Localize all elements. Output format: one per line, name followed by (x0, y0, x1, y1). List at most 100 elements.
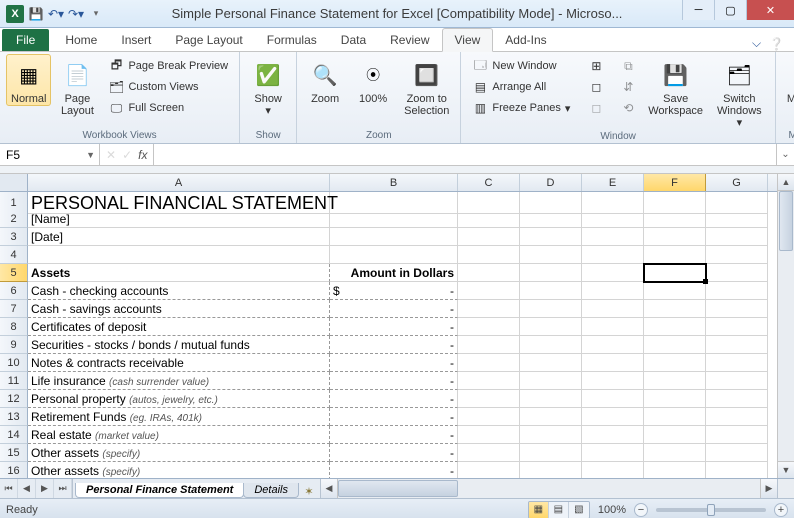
cell-f5[interactable] (644, 264, 706, 282)
cell-a13[interactable]: Retirement Funds (eg. IRAs, 401k) (28, 408, 330, 426)
cell-f15[interactable] (644, 444, 706, 462)
cell-e3[interactable] (582, 228, 644, 246)
cell-d16[interactable] (520, 462, 582, 478)
cell-f6[interactable] (644, 282, 706, 300)
minimize-button[interactable]: ─ (682, 0, 714, 20)
cell-c8[interactable] (458, 318, 520, 336)
cell-c4[interactable] (458, 246, 520, 264)
split-button[interactable]: ⊞ (583, 56, 609, 76)
fx-icon[interactable]: fx (138, 148, 147, 162)
cell-d13[interactable] (520, 408, 582, 426)
tab-formulas[interactable]: Formulas (255, 29, 329, 51)
unhide-button[interactable]: ◻ (583, 98, 609, 118)
cell-d6[interactable] (520, 282, 582, 300)
cell-e11[interactable] (582, 372, 644, 390)
zoom-to-selection-button[interactable]: 🔲 Zoom to Selection (399, 54, 454, 118)
save-icon[interactable]: 💾 (28, 6, 44, 22)
cell-a8[interactable]: Certificates of deposit (28, 318, 330, 336)
cell-g4[interactable] (706, 246, 768, 264)
cell-f9[interactable] (644, 336, 706, 354)
full-screen-button[interactable]: 🖵Full Screen (103, 98, 233, 118)
cell-d9[interactable] (520, 336, 582, 354)
hide-button[interactable]: ◻ (583, 77, 609, 97)
macros-button[interactable]: 📜 Macros▾ (782, 54, 794, 118)
cell-c6[interactable] (458, 282, 520, 300)
tab-review[interactable]: Review (378, 29, 441, 51)
cell-d7[interactable] (520, 300, 582, 318)
zoom-level[interactable]: 100% (598, 504, 626, 516)
view-side-button[interactable]: ⧉ (615, 56, 641, 76)
vscroll-track[interactable] (778, 191, 794, 461)
cell-b15[interactable]: - (330, 444, 458, 462)
horizontal-scrollbar[interactable]: ◀ ▶ (320, 479, 777, 498)
cell-g8[interactable] (706, 318, 768, 336)
cell-e2[interactable] (582, 210, 644, 228)
cell-e6[interactable] (582, 282, 644, 300)
vertical-scrollbar[interactable]: ▲ ▼ (777, 174, 794, 478)
row-header-2[interactable]: 2 (0, 210, 28, 228)
cell-e13[interactable] (582, 408, 644, 426)
save-workspace-button[interactable]: 💾 Save Workspace (645, 54, 705, 118)
cell-a9[interactable]: Securities - stocks / bonds / mutual fun… (28, 336, 330, 354)
cell-a16[interactable]: Other assets (specify) (28, 462, 330, 478)
row-header-14[interactable]: 14 (0, 426, 28, 444)
cell-d14[interactable] (520, 426, 582, 444)
cell-b9[interactable]: - (330, 336, 458, 354)
cell-d15[interactable] (520, 444, 582, 462)
cell-c7[interactable] (458, 300, 520, 318)
insert-sheet-icon[interactable]: ✶ (298, 485, 320, 498)
cell-f10[interactable] (644, 354, 706, 372)
cell-e4[interactable] (582, 246, 644, 264)
cell-e7[interactable] (582, 300, 644, 318)
cell-g11[interactable] (706, 372, 768, 390)
new-window-button[interactable]: 🗔New Window (467, 56, 575, 76)
expand-formula-bar-icon[interactable]: ⌄ (776, 144, 794, 165)
cell-c9[interactable] (458, 336, 520, 354)
cell-a3[interactable]: [Date] (28, 228, 330, 246)
row-header-3[interactable]: 3 (0, 228, 28, 246)
cell-g15[interactable] (706, 444, 768, 462)
col-header-a[interactable]: A (28, 174, 330, 191)
cell-e9[interactable] (582, 336, 644, 354)
cell-b12[interactable]: - (330, 390, 458, 408)
cell-g13[interactable] (706, 408, 768, 426)
scroll-up-icon[interactable]: ▲ (778, 174, 794, 191)
row-header-4[interactable]: 4 (0, 246, 28, 264)
name-box[interactable]: F5 ▼ (0, 144, 100, 165)
cell-a5[interactable]: Assets (28, 264, 330, 282)
cell-f11[interactable] (644, 372, 706, 390)
row-header-7[interactable]: 7 (0, 300, 28, 318)
zoom-100-button[interactable]: ⦿ 100% (351, 54, 395, 106)
maximize-button[interactable]: ▢ (714, 0, 746, 20)
vscroll-thumb[interactable] (779, 191, 793, 251)
fill-handle[interactable] (703, 279, 708, 284)
scroll-right-icon[interactable]: ▶ (760, 479, 777, 498)
switch-windows-button[interactable]: 🗂 Switch Windows ▾ (710, 54, 769, 130)
cell-e14[interactable] (582, 426, 644, 444)
cell-b5[interactable]: Amount in Dollars (330, 264, 458, 282)
cell-g3[interactable] (706, 228, 768, 246)
row-header-6[interactable]: 6 (0, 282, 28, 300)
row-header-13[interactable]: 13 (0, 408, 28, 426)
help-icon[interactable]: ❔ (769, 37, 784, 51)
zoom-button[interactable]: 🔍 Zoom (303, 54, 347, 106)
tab-page-layout[interactable]: Page Layout (163, 29, 254, 51)
cell-f14[interactable] (644, 426, 706, 444)
cell-c2[interactable] (458, 210, 520, 228)
row-header-5[interactable]: 5 (0, 264, 28, 282)
cell-b4[interactable] (330, 246, 458, 264)
cell-b2[interactable] (330, 210, 458, 228)
scroll-left-icon[interactable]: ◀ (321, 479, 338, 498)
tab-home[interactable]: Home (53, 29, 109, 51)
cell-c5[interactable] (458, 264, 520, 282)
cell-d11[interactable] (520, 372, 582, 390)
cell-c12[interactable] (458, 390, 520, 408)
col-header-c[interactable]: C (458, 174, 520, 191)
row-header-16[interactable]: 16 (0, 462, 28, 478)
cell-d10[interactable] (520, 354, 582, 372)
col-header-g[interactable]: G (706, 174, 768, 191)
cell-f13[interactable] (644, 408, 706, 426)
cell-a7[interactable]: Cash - savings accounts (28, 300, 330, 318)
cell-e10[interactable] (582, 354, 644, 372)
cell-b8[interactable]: - (330, 318, 458, 336)
